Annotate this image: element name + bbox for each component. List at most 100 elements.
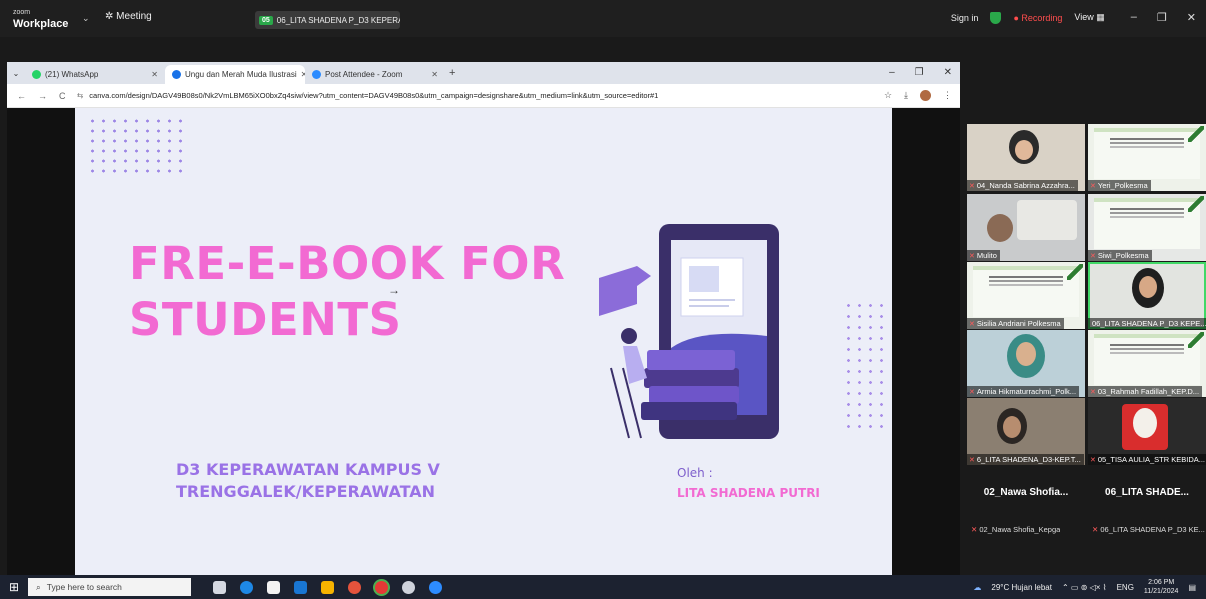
video-tile[interactable]: ✕ Sisilia Andriani Polkesma [967,262,1085,329]
tab-search-icon[interactable]: ⌄ [7,69,25,78]
participant-label: ✕ 04_Nanda Sabrina Azzahra... [967,180,1078,191]
meeting-menu[interactable]: ✲ Meeting [105,11,152,22]
settings-icon[interactable] [402,580,415,594]
download-icon[interactable]: ⤓ [904,90,908,101]
share-title: 06_LITA SHADENA P_D3 KEPERAWATAN [276,15,400,25]
video-tile[interactable]: ✕ Siwi_Polkesma [1088,194,1206,261]
participant-label: 06_LITA SHADENA P_D3 KEPE... [1088,318,1206,329]
zoom-logo-small: zoom [13,9,31,16]
share-indicator[interactable]: 05 06_LITA SHADENA P_D3 KEPERAWATAN ⊝ [255,11,400,29]
new-tab-button[interactable]: + [449,67,455,79]
tab-zoom[interactable]: Post Attendee - Zoom ✕ [305,65,445,84]
mouse-cursor-icon: → [388,283,400,297]
video-tile[interactable]: ✕ 03_Rahmah Fadillah_KEP.D... [1088,330,1206,397]
chevron-down-icon[interactable]: ⌄ [82,13,90,24]
dot-pattern-decoration [843,300,891,434]
participant-name: 04_Nanda Sabrina Azzahra... [976,181,1075,190]
zoom-logo-main: Workplace [13,18,69,30]
tab-title: Ungu dan Merah Muda Ilustrasi [185,70,297,79]
tab-title: (21) WhatsApp [45,70,99,79]
shared-doc-thumbnail [973,264,1083,317]
close-button[interactable]: ✕ [1187,11,1196,24]
tab-close-icon[interactable]: ✕ [431,70,438,79]
participant-label: ✕ 06_LITA SHADENA P_D3 KE... [1088,525,1205,534]
maximize-button[interactable]: ❐ [1157,11,1167,24]
participant-name: Siwi_Polkesma [1097,251,1149,260]
page-content: FRE-E-BOOK FOR STUDENTS → D3 KEPERAWATAN… [7,108,960,575]
participant-face [987,214,1013,242]
sign-in-button[interactable]: Sign in [951,13,979,23]
video-tile[interactable]: ✕ Yeri_Polkesma [1088,124,1206,191]
minimize-button[interactable]: – [1131,11,1137,24]
bookmark-star-icon[interactable]: ☆ [884,90,892,101]
mail-icon[interactable] [294,580,307,594]
subtitle-line1: D3 KEPERAWATAN KAMPUS V [176,460,440,479]
participant-label: ✕ 03_Rahmah Fadillah_KEP.D... [1088,386,1203,397]
zoom-icon[interactable] [429,580,442,594]
participant-label: ✕ Yeri_Polkesma [1088,180,1151,191]
tab-whatsapp[interactable]: (21) WhatsApp ✕ [25,65,165,84]
chrome-icon[interactable] [375,580,388,594]
participant-face [1015,140,1033,160]
canva-slide: FRE-E-BOOK FOR STUDENTS → D3 KEPERAWATAN… [75,108,892,575]
by-label: Oleh : [677,466,713,480]
tab-close-icon[interactable]: ✕ [151,70,158,79]
back-arrow-icon[interactable]: ← [17,91,26,101]
clock[interactable]: 2:06 PM 11/21/2024 [1144,578,1179,596]
task-view-icon[interactable] [213,580,226,594]
opera-icon[interactable] [348,580,361,594]
pinned-apps [213,580,442,594]
zoom-icon [312,70,321,79]
taskbar-search[interactable]: ⌕ Type here to search [28,578,191,596]
participant-name: Sisilia Andriani Polkesma [976,319,1061,328]
background-wall [1017,200,1077,240]
shield-icon[interactable] [990,11,1002,24]
participant-name: 06_LITA SHADENA P_D3 KEPE... [1092,319,1206,328]
maximize-button[interactable]: ❐ [915,67,924,78]
reload-icon[interactable]: C [59,91,66,101]
mic-muted-icon: ✕ [1090,456,1096,464]
name-only-tile[interactable]: 06_LITA SHADE... ✕ 06_LITA SHADENA P_D3 … [1088,470,1206,536]
participant-name: Mulito [976,251,997,260]
shared-browser-window: ⌄ (21) WhatsApp ✕ Ungu dan Merah Muda Il… [7,62,960,575]
window-controls: – ❐ ✕ [1131,11,1196,24]
menu-icon[interactable]: ⋮ [943,90,952,101]
participant-label: ✕ Sisilia Andriani Polkesma [967,318,1064,329]
weather-text[interactable]: 29°C Hujan lebat [991,583,1052,592]
zoom-logo: zoom Workplace [13,8,69,30]
video-tile[interactable]: ✕ 04_Nanda Sabrina Azzahra... [967,124,1085,191]
system-tray: ☁ 29°C Hujan lebat ⌃ ▭ ⊚ ◁× ⌇ ENG 2:06 P… [973,575,1196,599]
url-field[interactable]: ⇆ canva.com/design/DAGV49B08s0/Nk2VmLBM65… [77,91,837,100]
video-tile[interactable]: ✕ Armia Hikmaturrachmi_Polk... [967,330,1085,397]
video-tile[interactable]: ✕ Mulito [967,194,1085,261]
windows-start-icon[interactable]: ⊞ [0,580,28,594]
participant-gallery: ✕ 04_Nanda Sabrina Azzahra... ✕ Yeri_Polke… [967,124,1206,536]
recording-indicator[interactable]: ● Recording [1013,13,1062,23]
participant-name: 6_LITA SHADENA_D3-KEP.T... [976,455,1081,464]
video-tile[interactable]: ✕ 05_TISA AULIA_STR KEBIDA... [1088,398,1206,465]
close-button[interactable]: ✕ [944,67,952,78]
file-explorer-icon[interactable] [321,580,334,594]
language-indicator[interactable]: ENG [1117,583,1134,592]
name-only-tile[interactable]: 02_Nawa Shofia... ✕ 02_Nawa Shofia_Kepga [967,470,1085,536]
site-settings-icon[interactable]: ⇆ [77,91,83,100]
store-icon[interactable] [267,580,280,594]
shared-doc-thumbnail [1094,126,1204,179]
participant-name: Armia Hikmaturrachmi_Polk... [976,387,1077,396]
participant-label: ✕ 02_Nawa Shofia_Kepga [967,525,1060,534]
edge-icon[interactable] [240,580,253,594]
view-button[interactable]: View ▦ [1074,12,1104,23]
profile-avatar[interactable] [920,90,931,101]
video-tile-active-speaker[interactable]: 06_LITA SHADENA P_D3 KEPE... [1088,262,1206,329]
meeting-icon: ✲ [105,11,114,22]
forward-arrow-icon[interactable]: → [38,91,47,101]
tab-canva[interactable]: Ungu dan Merah Muda Ilustrasi ✕ [165,65,305,84]
minimize-button[interactable]: – [889,67,895,78]
mic-muted-icon: ✕ [1090,182,1096,190]
tray-icons[interactable]: ⌃ ▭ ⊚ ◁× ⌇ [1062,583,1107,592]
notification-icon[interactable]: ▤ [1188,583,1196,592]
participant-name: 02_Nawa Shofia_Kepga [979,525,1061,534]
weather-icon[interactable]: ☁ [973,583,981,592]
mic-muted-icon: ✕ [1092,525,1099,534]
video-tile[interactable]: ✕ 6_LITA SHADENA_D3-KEP.T... [967,398,1085,465]
